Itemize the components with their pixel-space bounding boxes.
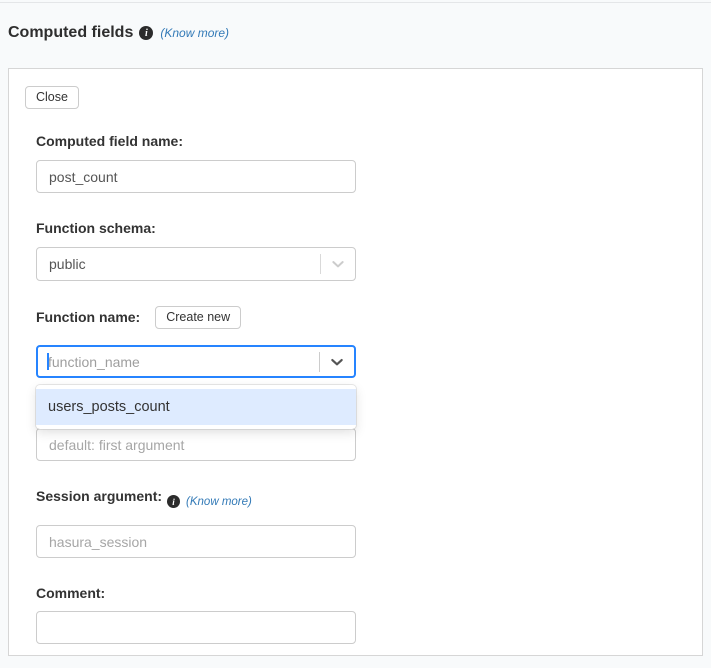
page-header: Computed fields i (Know more) [8,23,703,43]
computed-fields-page: Computed fields i (Know more) Close Comp… [0,2,711,668]
comment-label: Comment: [36,585,356,602]
know-more-link[interactable]: (Know more) [186,496,252,508]
function-name-label-row: Function name: Create new [36,306,356,329]
function-name-group: Function name: Create new users_p [36,306,356,461]
first-argument-input[interactable] [36,428,356,461]
function-name-input[interactable] [38,354,319,370]
function-schema-select[interactable]: public [36,247,356,281]
info-icon: i [139,26,153,40]
function-schema-group: Function schema: public [36,220,356,281]
chevron-down-icon[interactable] [321,248,355,280]
session-argument-group: Session argument: i (Know more) [36,488,356,558]
session-argument-label-row: Session argument: i (Know more) [36,488,356,515]
computed-fields-panel: Close Computed field name: Function sche… [8,68,703,656]
function-schema-selected-value: public [37,256,320,272]
comment-group: Comment: [36,585,356,644]
create-new-button[interactable]: Create new [155,306,241,329]
computed-field-form: Computed field name: Function schema: pu… [36,133,356,644]
chevron-down-icon[interactable] [320,347,354,376]
session-argument-label: Session argument: [36,488,162,505]
computed-field-name-label: Computed field name: [36,133,356,150]
top-divider [0,2,711,3]
info-icon: i [167,495,180,508]
function-name-dropdown-menu: users_posts_count [36,385,356,429]
session-argument-input[interactable] [36,525,356,558]
comment-input[interactable] [36,611,356,644]
function-schema-label: Function schema: [36,220,356,237]
function-name-combobox[interactable] [36,345,356,378]
computed-field-name-input[interactable] [36,160,356,193]
text-cursor [47,353,49,370]
page-title: Computed fields [8,24,133,42]
close-button[interactable]: Close [25,86,79,109]
dropdown-option[interactable]: users_posts_count [36,389,356,425]
know-more-link[interactable]: (Know more) [160,26,229,40]
function-name-label: Function name: [36,309,140,326]
computed-field-name-group: Computed field name: [36,133,356,193]
